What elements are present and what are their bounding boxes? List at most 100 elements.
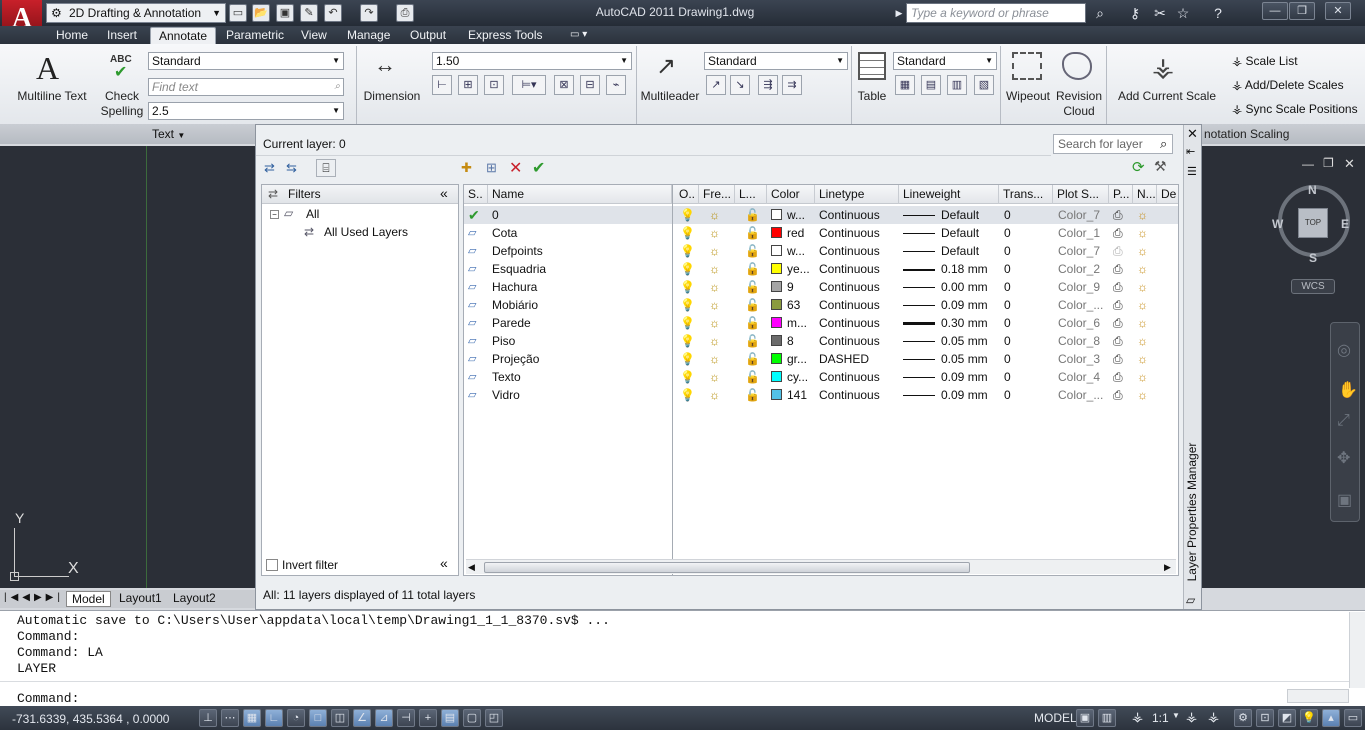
tab-home[interactable]: Home — [48, 27, 96, 44]
lightbulb-icon[interactable]: 💡 — [680, 386, 696, 404]
close-icon[interactable]: ✕ — [1325, 2, 1351, 20]
col-linetype[interactable]: Linetype — [815, 185, 899, 204]
col-name[interactable]: Name — [488, 185, 672, 204]
layer-name[interactable]: Projeção — [492, 350, 672, 368]
unlock-icon[interactable]: 🔓 — [745, 224, 763, 242]
sun-icon[interactable]: ☼ — [709, 224, 727, 242]
lightbulb-icon[interactable]: 💡 — [680, 206, 696, 224]
lightbulb-icon[interactable]: 💡 — [680, 314, 696, 332]
sun-icon[interactable]: ☼ — [709, 332, 727, 350]
new-vp-freeze-icon[interactable]: ☼ — [1137, 242, 1155, 260]
layer-linetype[interactable]: Continuous — [819, 224, 899, 242]
layer-color[interactable]: red — [771, 224, 815, 242]
annotation-scale-icon[interactable]: ⚶ — [1132, 709, 1143, 725]
wipeout-icon[interactable] — [1012, 52, 1042, 80]
unlock-icon[interactable]: 🔓 — [745, 314, 763, 332]
layer-color[interactable]: m... — [771, 314, 815, 332]
viewport-close-icon[interactable]: ✕ — [1344, 156, 1355, 172]
new-vp-freeze-icon[interactable]: ☼ — [1137, 206, 1155, 224]
viewport-restore-icon[interactable]: ❐ — [1323, 156, 1334, 170]
layer-color[interactable]: 63 — [771, 296, 815, 314]
unlock-icon[interactable]: 🔓 — [745, 332, 763, 350]
ortho-icon[interactable]: ∟ — [265, 709, 283, 727]
sun-icon[interactable]: ☼ — [709, 296, 727, 314]
layer-row[interactable]: ▱ Hachura 💡 ☼ 🔓 9 Continuous 0.00 mm 0 Color_9 ⎙ ☼ — [464, 278, 1178, 296]
clean-screen-icon[interactable]: ▭ — [1344, 709, 1362, 727]
infer-constraints-icon[interactable]: ⊥ — [199, 709, 217, 727]
new-group-filter-icon[interactable]: ⇆ — [286, 160, 297, 176]
col-description[interactable]: De — [1157, 185, 1179, 204]
new-vp-freeze-icon[interactable]: ☼ — [1137, 296, 1155, 314]
check-spelling-button[interactable]: Check Spelling — [98, 89, 146, 119]
sun-icon[interactable]: ☼ — [709, 386, 727, 404]
search-icon[interactable]: ⌕ — [1160, 136, 1167, 152]
layer-transparency[interactable]: 0 — [1004, 314, 1044, 332]
printer-icon[interactable]: ⎙ — [1113, 314, 1131, 332]
table-style-dropdown[interactable]: Standard ▼ — [893, 52, 997, 70]
unlock-icon[interactable]: 🔓 — [745, 350, 763, 368]
layout-nav-arrows[interactable]: |◀◀▶▶| — [4, 592, 64, 603]
new-vp-freeze-icon[interactable]: ☼ — [1137, 386, 1155, 404]
new-property-filter-icon[interactable]: ⇄ — [264, 160, 275, 176]
layer-transparency[interactable]: 0 — [1004, 296, 1044, 314]
layer-transparency[interactable]: 0 — [1004, 368, 1044, 386]
collapse-pane-icon[interactable]: « — [440, 555, 448, 571]
table-icon[interactable] — [858, 52, 886, 80]
new-vp-freeze-icon[interactable]: ☼ — [1137, 332, 1155, 350]
unlock-icon[interactable]: 🔓 — [745, 368, 763, 386]
undo-icon[interactable]: ↶ — [324, 4, 342, 22]
compass-west-label[interactable]: W — [1272, 217, 1283, 231]
layer-row[interactable]: ▱ Projeção 💡 ☼ 🔓 gr... DASHED 0.05 mm 0 Color_3 ⎙ ☼ — [464, 350, 1178, 368]
viewport-minimize-icon[interactable]: — — [1302, 157, 1314, 171]
annotation-scale-icon[interactable]: ⚶ — [1152, 52, 1174, 83]
command-hscroll[interactable] — [1287, 689, 1349, 703]
printer-icon[interactable]: ⎙ — [1113, 278, 1131, 296]
sun-icon[interactable]: ☼ — [709, 368, 727, 386]
binoculars-icon[interactable]: ⌕ — [1090, 4, 1110, 22]
lightbulb-icon[interactable]: 💡 — [680, 242, 696, 260]
isolate-objects-icon[interactable]: 💡 — [1300, 709, 1318, 727]
col-new-vp-freeze[interactable]: N... — [1133, 185, 1157, 204]
col-on[interactable]: O.. — [675, 185, 699, 204]
dimension-button[interactable]: Dimension — [360, 89, 424, 104]
key-icon[interactable]: ⚷ — [1125, 4, 1145, 22]
auto-scale-icon[interactable]: ⚶ — [1208, 709, 1219, 725]
model-space-toggle[interactable]: MODEL — [1034, 711, 1077, 725]
layer-color[interactable]: w... — [771, 206, 815, 224]
orbit-icon[interactable]: ✥ — [1337, 448, 1350, 468]
sun-icon[interactable]: ☼ — [709, 350, 727, 368]
ducs-icon[interactable]: ⊿ — [375, 709, 393, 727]
table-upload-icon[interactable]: ▥ — [947, 75, 967, 95]
layer-name[interactable]: Parede — [492, 314, 672, 332]
minimize-icon[interactable]: — — [1262, 2, 1288, 20]
dim-adjust-icon[interactable]: ⊡ — [484, 75, 504, 95]
text-style-dropdown[interactable]: Standard ▼ — [148, 52, 344, 70]
lightbulb-icon[interactable]: 💡 — [680, 278, 696, 296]
dim-linear-icon[interactable]: ⊢ — [432, 75, 452, 95]
printer-icon[interactable]: ⎙ — [1113, 350, 1131, 368]
align-leader-icon[interactable]: ⇶ — [758, 75, 778, 95]
refresh-icon[interactable]: ⟳ — [1132, 158, 1145, 176]
layer-linetype[interactable]: Continuous — [819, 260, 899, 278]
unlock-icon[interactable]: 🔓 — [745, 242, 763, 260]
restore-icon[interactable]: ❐ — [1289, 2, 1315, 20]
layer-linetype[interactable]: Continuous — [819, 206, 899, 224]
unlock-icon[interactable]: 🔓 — [745, 278, 763, 296]
wcs-menu[interactable]: WCS — [1291, 279, 1335, 294]
layer-transparency[interactable]: 0 — [1004, 350, 1044, 368]
layer-states-manager-icon[interactable]: ⌸ — [316, 159, 336, 177]
text-height-dropdown[interactable]: 2.5 ▼ — [148, 102, 344, 120]
layer-lineweight[interactable]: Default — [903, 242, 999, 260]
lightbulb-icon[interactable]: 💡 — [680, 296, 696, 314]
layer-transparency[interactable]: 0 — [1004, 386, 1044, 404]
save-as-icon[interactable]: ✎ — [300, 4, 318, 22]
new-file-icon[interactable]: ▭ — [229, 4, 247, 22]
open-folder-icon[interactable]: 📂 — [252, 4, 270, 22]
tab-view[interactable]: View — [293, 27, 335, 44]
unlock-icon[interactable]: 🔓 — [745, 206, 763, 224]
wipeout-button[interactable]: Wipeout — [1002, 89, 1054, 104]
layer-lineweight[interactable]: 0.30 mm — [903, 314, 999, 332]
lightbulb-icon[interactable]: 💡 — [680, 224, 696, 242]
find-icon[interactable]: ⌕ — [334, 79, 340, 95]
sync-scale-positions-button[interactable]: ⚶ Sync Scale Positions — [1232, 102, 1358, 116]
